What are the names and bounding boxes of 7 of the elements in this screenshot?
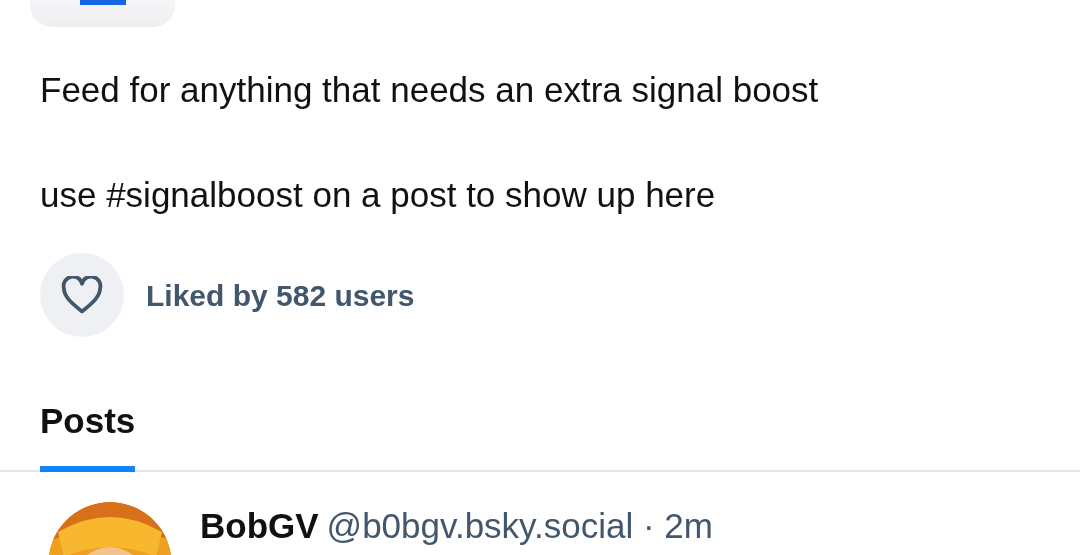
posts-tab[interactable]: Posts xyxy=(40,395,136,472)
liked-by-text[interactable]: Liked by 582 users xyxy=(146,272,415,318)
handle-text: @b0bgv.bsky.social · 2m xyxy=(326,504,713,547)
description-text: Feed for anything that needs an extra signal boost xyxy=(39,69,820,111)
author-name[interactable]: BobGV xyxy=(200,499,319,552)
description-text: use #signalboost on a post to show up here xyxy=(39,174,717,216)
heart-icon xyxy=(61,276,103,314)
